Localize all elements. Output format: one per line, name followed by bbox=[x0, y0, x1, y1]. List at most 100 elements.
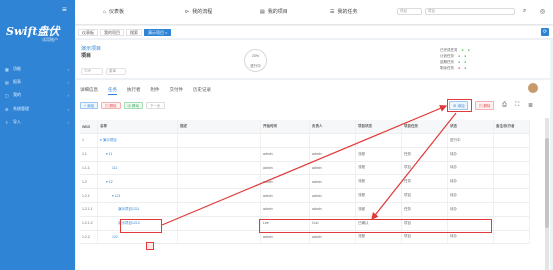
topnav-my-projects[interactable]: ▤ 我的项目 bbox=[260, 8, 288, 16]
sidebar-item-label: 报表 bbox=[13, 79, 21, 84]
col-wbs[interactable]: WBS bbox=[80, 120, 98, 133]
col-owner[interactable]: 负责人 bbox=[310, 120, 356, 133]
cell-wbs: 1.2.2 bbox=[80, 230, 98, 244]
progress-circle: 23% 进行中 bbox=[244, 49, 267, 72]
move-button[interactable]: ▣ 移动 bbox=[123, 102, 143, 109]
app-logo-subtitle: 试用账户 bbox=[42, 37, 58, 42]
cell-empty bbox=[494, 189, 530, 202]
table-row[interactable]: 1 ▾ 演示项目 进行中 bbox=[80, 134, 530, 148]
tab-executors[interactable]: 执行者 bbox=[127, 87, 141, 95]
cell-empty bbox=[178, 230, 261, 244]
cell-start bbox=[261, 134, 310, 147]
table-row[interactable]: 1.2.1 ▾ 121 admin admin 流程 项目 待办 bbox=[80, 189, 530, 203]
cell-wbs: 1.2.1.1 bbox=[80, 202, 98, 216]
cell-status: 流程 bbox=[356, 147, 402, 161]
cell-name[interactable]: 演示项目1211 bbox=[98, 202, 178, 216]
cell-empty bbox=[178, 216, 261, 230]
scrollbar[interactable] bbox=[545, 118, 549, 270]
add-button[interactable]: + 添加 bbox=[80, 102, 99, 109]
topnav-my-flows[interactable]: ⊳ 我的流程 bbox=[185, 8, 212, 16]
col-task[interactable]: 项目任务 bbox=[402, 120, 448, 133]
cell-status: 流程 bbox=[356, 161, 402, 175]
col-state[interactable]: 状态 bbox=[448, 120, 494, 133]
avatar[interactable] bbox=[527, 82, 539, 94]
table-row[interactable]: 1.1 ▾ 11 admin admin 流程 任务 待办 bbox=[80, 147, 530, 162]
cell-name[interactable]: ▾ 12 bbox=[98, 175, 178, 189]
grid-icon: ▦ bbox=[5, 66, 9, 72]
sidebar-item-1[interactable]: ▤ 报表 › bbox=[0, 77, 75, 87]
cell-task: 任务 bbox=[402, 202, 448, 216]
cell-status bbox=[356, 134, 402, 147]
cell-empty bbox=[494, 134, 530, 147]
tab-my-projects[interactable]: 我的项目 bbox=[100, 28, 124, 36]
cell-status: 流程 bbox=[356, 202, 402, 216]
sidebar-item-label: 我的 bbox=[13, 92, 21, 97]
table-row[interactable]: 1.2.1.1 演示项目1211 admin admin 流程 任务 待办 bbox=[80, 202, 530, 217]
project-header-card: 演示项目 项目 TOP 菜单 bbox=[76, 40, 550, 78]
col-name[interactable]: 名称 bbox=[98, 120, 178, 133]
cell-empty bbox=[494, 161, 530, 175]
print-icon[interactable]: ⎙ bbox=[502, 102, 507, 109]
fullscreen-icon[interactable]: ⛶ bbox=[515, 102, 519, 109]
cell-owner: admin bbox=[310, 161, 356, 175]
cell-empty bbox=[494, 175, 530, 189]
cell-name[interactable]: ▾ 演示项目 bbox=[98, 134, 178, 147]
right-delete-button[interactable]: ▤ 删除 bbox=[475, 101, 495, 110]
tab-demo-project[interactable]: 演示项目 × bbox=[144, 28, 172, 36]
col-desc[interactable]: 描述 bbox=[178, 120, 261, 133]
scroll-thumb[interactable] bbox=[545, 138, 549, 228]
cell-name[interactable]: ▾ 121 bbox=[98, 189, 178, 202]
status-dot-icon: ● bbox=[467, 48, 470, 52]
user-icon[interactable]: ◎ bbox=[540, 8, 545, 15]
col-start[interactable]: 开始时间 bbox=[261, 120, 310, 133]
sidebar-item-0[interactable]: ▦ 功能 › bbox=[0, 64, 75, 74]
col-note[interactable]: 备注/执行者 bbox=[494, 120, 530, 133]
tab-tasks[interactable]: 任务 bbox=[108, 87, 117, 95]
columns-icon[interactable]: ≣ bbox=[528, 102, 533, 109]
sidebar-item-2[interactable]: ▢ 我的 › bbox=[0, 90, 75, 100]
refresh-icon[interactable]: ⟳ bbox=[541, 28, 549, 36]
search-input[interactable]: 项目 bbox=[425, 8, 515, 15]
search-scope-select[interactable]: 项目 bbox=[397, 8, 422, 15]
cell-owner: admin bbox=[310, 202, 356, 216]
delete-button[interactable]: ▤ 删除 bbox=[101, 102, 121, 109]
more-select[interactable]: 下一步 bbox=[146, 102, 165, 109]
topnav-dashboard[interactable]: ⌂ 仪表板 bbox=[103, 8, 124, 16]
progress-label: 进行中 bbox=[250, 64, 261, 68]
cell-wbs: 1.2.1 bbox=[80, 189, 98, 202]
flow-icon: ⊳ bbox=[185, 8, 190, 15]
cell-empty bbox=[178, 161, 261, 175]
tab-deliverables[interactable]: 交付件 bbox=[170, 87, 184, 95]
topnav-label: 我的项目 bbox=[267, 9, 288, 15]
menu-toggle-icon[interactable]: ≡ bbox=[62, 5, 67, 14]
table-row[interactable]: 1.2 ▾ 12 admin admin 流程 任务 待办 bbox=[80, 175, 530, 190]
tab-search[interactable]: 搜索 bbox=[126, 28, 142, 36]
table-row[interactable]: 1.1.1 111 admin admin 流程 项目 待办 bbox=[80, 161, 530, 176]
cell-owner bbox=[310, 134, 356, 147]
cell-state: 待办 bbox=[448, 189, 494, 202]
detail-tabs: 详细信息 任务 执行者 附件 交付件 历史记录 bbox=[80, 87, 211, 95]
col-status[interactable]: 项目状态 bbox=[356, 120, 402, 133]
project-select-2[interactable]: 菜单 bbox=[106, 68, 126, 75]
tab-history[interactable]: 历史记录 bbox=[193, 87, 211, 95]
topnav-my-tasks[interactable]: ☰ 我的任务 bbox=[330, 8, 358, 16]
project-select-1[interactable]: TOP bbox=[81, 68, 103, 75]
cell-start: admin bbox=[261, 175, 310, 189]
grid-header: WBS 名称 描述 开始时间 负责人 项目状态 项目任务 状态 备注/执行者 bbox=[80, 120, 530, 134]
cell-task: 任务 bbox=[402, 175, 448, 189]
cell-empty bbox=[178, 134, 261, 147]
sidebar-item-3[interactable]: ⚙ 系统管理 › bbox=[0, 104, 75, 114]
sidebar-item-4[interactable]: ⇪ 导入 › bbox=[0, 117, 75, 127]
cell-name[interactable]: 111 bbox=[98, 161, 178, 175]
highlight-task-name bbox=[120, 219, 162, 233]
sidebar-item-label: 导入 bbox=[13, 119, 21, 124]
cell-name[interactable]: ▾ 11 bbox=[98, 147, 178, 161]
project-stats: 已完成任务 ● ● 计划任务 ● ● 逾期任务 ● ● 剩余任务 ● ● bbox=[440, 48, 470, 72]
search-icon[interactable]: ⌕ bbox=[523, 8, 526, 15]
tab-dashboard[interactable]: 仪表板 bbox=[78, 28, 98, 36]
sidebar-item-label: 系统管理 bbox=[13, 106, 29, 111]
tab-details[interactable]: 详细信息 bbox=[80, 87, 98, 95]
edit-icon[interactable] bbox=[146, 242, 154, 250]
tab-attachments[interactable]: 附件 bbox=[151, 87, 160, 95]
gear-icon: ⚙ bbox=[5, 106, 9, 112]
